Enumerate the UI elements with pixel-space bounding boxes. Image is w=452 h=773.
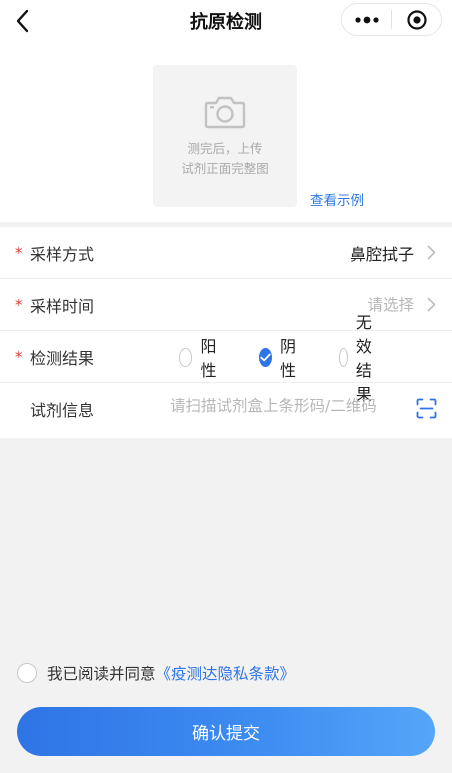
agreement-checkbox[interactable] [17, 663, 37, 683]
camera-icon [204, 96, 246, 129]
required-asterisk: * [15, 348, 23, 366]
radio-circle-invalid [339, 347, 348, 367]
more-button[interactable] [342, 4, 391, 35]
reagent-code-input[interactable] [170, 397, 400, 415]
upload-hint-line1: 测完后，上传 [187, 141, 263, 156]
radio-circle-negative-checked [259, 347, 273, 367]
upload-hint: 测完后，上传 试剂正面完整图 [153, 139, 297, 179]
photo-upload-section: 测完后，上传 试剂正面完整图 查看示例 [0, 44, 452, 222]
scan-icon[interactable] [416, 398, 437, 419]
radio-circle-positive [179, 347, 193, 367]
chevron-right-icon [427, 245, 436, 260]
test-result-row: * 检测结果 阳性 阴性 无效结果 [0, 313, 452, 404]
privacy-terms-link[interactable]: 《疫测达隐私条款》 [156, 662, 296, 684]
required-asterisk: * [15, 244, 23, 262]
radio-invalid[interactable]: 无效结果 [339, 313, 382, 404]
radio-negative-label: 阴性 [280, 337, 297, 380]
radio-negative[interactable]: 阴性 [259, 337, 302, 380]
sampling-time-label: 采样时间 [30, 297, 95, 316]
sampling-method-row[interactable]: * 采样方式 鼻腔拭子 [0, 227, 452, 279]
target-icon [406, 9, 427, 30]
chevron-right-icon [427, 297, 436, 312]
close-program-button[interactable] [392, 4, 441, 35]
sampling-method-value: 鼻腔拭子 [349, 245, 414, 264]
upload-hint-line2: 试剂正面完整图 [181, 161, 269, 176]
more-dots-icon [354, 16, 379, 23]
photo-upload-box[interactable]: 测完后，上传 试剂正面完整图 [153, 65, 297, 207]
submit-button[interactable]: 确认提交 [17, 707, 435, 756]
test-form: * 采样方式 鼻腔拭子 * 采样时间 请选择 * 检测结果 阳性 阴性 无效结果… [0, 227, 452, 438]
view-example-link[interactable]: 查看示例 [310, 189, 364, 209]
reagent-info-label: 试剂信息 [30, 401, 95, 420]
agreement-text: 我已阅读并同意 [47, 665, 156, 683]
sampling-method-label: 采样方式 [30, 245, 95, 264]
test-result-label: 检测结果 [30, 349, 95, 368]
top-nav-bar: 抗原检测 [0, 0, 452, 44]
radio-positive-label: 阳性 [200, 337, 217, 380]
sampling-time-row[interactable]: * 采样时间 请选择 [0, 279, 452, 331]
agreement-row: 我已阅读并同意 《疫测达隐私条款》 [17, 660, 295, 686]
check-icon [260, 353, 271, 361]
required-asterisk: * [15, 296, 23, 314]
radio-positive[interactable]: 阳性 [179, 337, 222, 380]
mini-program-capsule [341, 3, 442, 36]
reagent-info-row: 试剂信息 [0, 383, 452, 438]
